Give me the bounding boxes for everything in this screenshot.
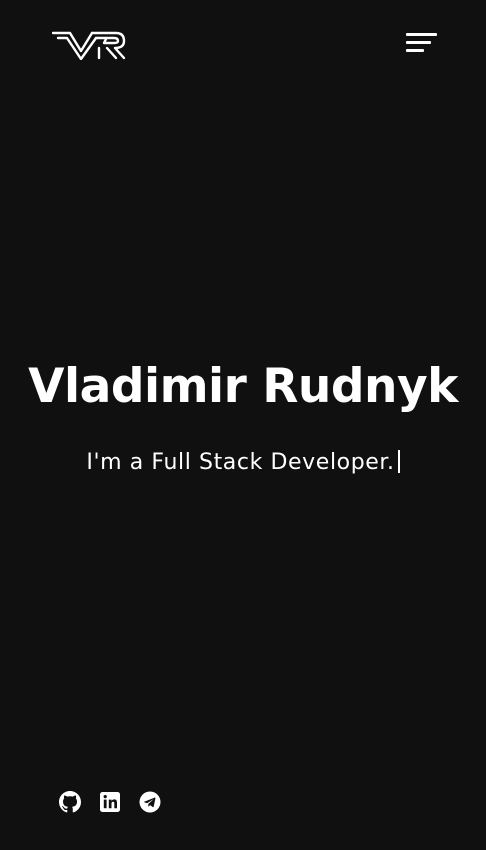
hero-title: Vladimir Rudnyk (28, 359, 458, 414)
hero-section: Vladimir Rudnyk I'm a Full Stack Develop… (0, 356, 486, 478)
hero-subtitle-line: I'm a Full Stack Developer. (0, 448, 486, 478)
github-link[interactable] (59, 791, 81, 813)
social-links (59, 791, 161, 813)
linkedin-link[interactable] (99, 791, 121, 813)
page: Vladimir Rudnyk I'm a Full Stack Develop… (0, 0, 486, 850)
linkedin-icon (100, 792, 120, 812)
github-icon (59, 791, 81, 813)
menu-button[interactable] (404, 32, 438, 54)
vr-logo-icon (51, 31, 126, 61)
typing-cursor (397, 450, 400, 473)
hero-subtitle: I'm a Full Stack Developer. (86, 450, 395, 475)
telegram-icon (139, 791, 161, 813)
telegram-link[interactable] (139, 791, 161, 813)
logo-link[interactable] (51, 30, 126, 61)
